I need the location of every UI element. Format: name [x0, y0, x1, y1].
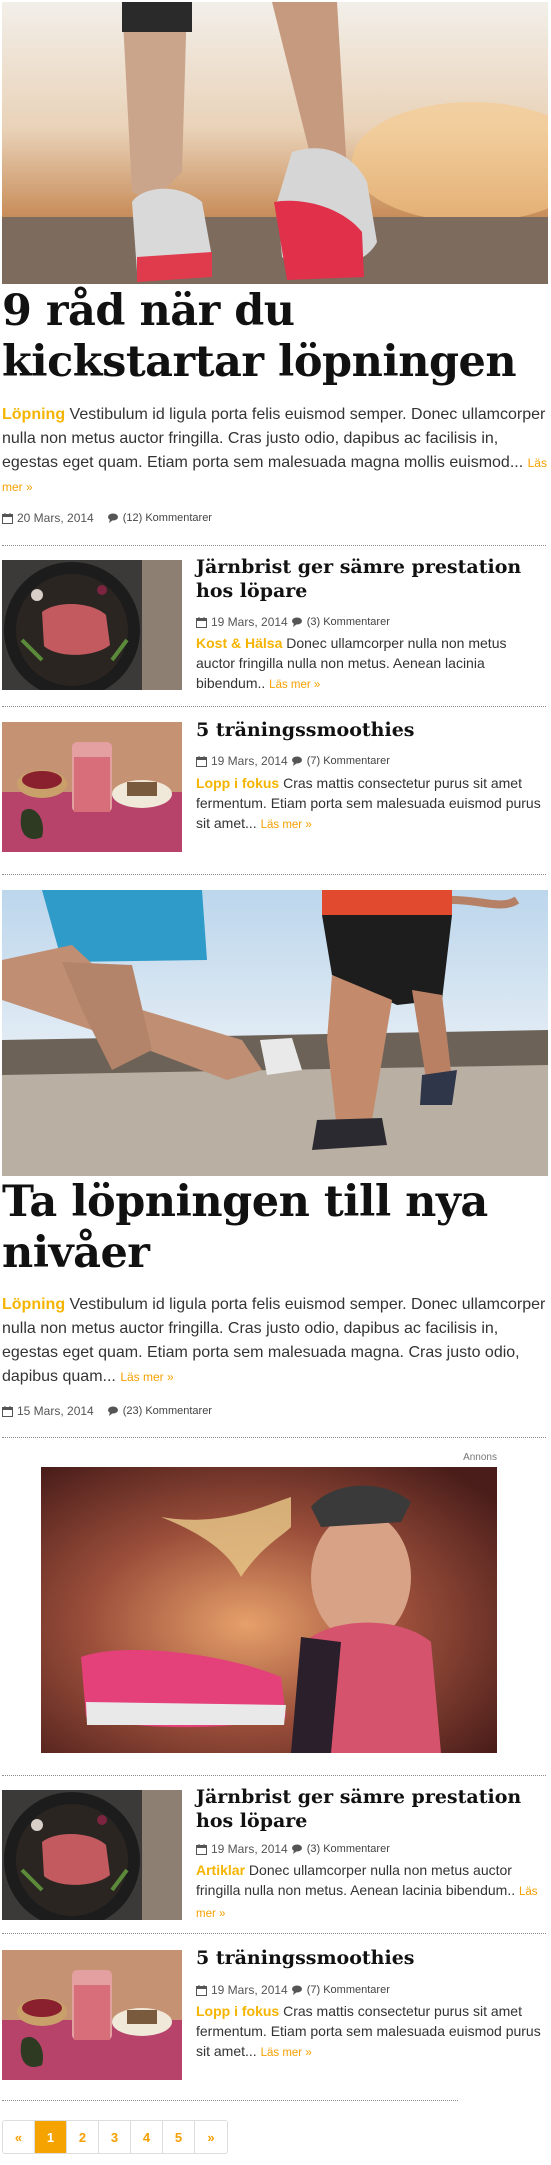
- pagination-page-1[interactable]: 1: [35, 2121, 67, 2153]
- read-more-link[interactable]: Läs mer »: [120, 1370, 173, 1384]
- category-link[interactable]: Artiklar: [196, 1862, 245, 1878]
- pagination-prev[interactable]: «: [3, 2121, 35, 2153]
- pagination-next[interactable]: »: [195, 2121, 227, 2153]
- divider: [2, 1437, 546, 1438]
- comments-icon: [291, 756, 302, 766]
- comments-link[interactable]: (7) Kommentarer: [307, 753, 390, 769]
- comments-link[interactable]: (3) Kommentarer: [307, 1841, 390, 1857]
- comments-link[interactable]: (12) Kommentarer: [123, 510, 212, 526]
- post-excerpt: Kost & Hälsa Donec ullamcorper nulla non…: [196, 633, 548, 695]
- featured-meta: 15 Mars, 2014 (23) Kommentarer: [2, 1403, 212, 1419]
- post-meta: 19 Mars, 2014 (3) Kommentarer: [196, 1841, 546, 1857]
- post-meta: 19 Mars, 2014 (7) Kommentarer: [196, 753, 546, 769]
- featured-excerpt: Löpning Vestibulum id ligula porta felis…: [2, 403, 548, 499]
- divider: [2, 874, 546, 875]
- comments-link[interactable]: (7) Kommentarer: [307, 1982, 390, 1998]
- featured-title[interactable]: 9 råd när du kickstartar löpningen: [2, 286, 548, 388]
- featured-category-link[interactable]: Löpning: [2, 1296, 65, 1313]
- post-thumbnail-steak[interactable]: [2, 1790, 182, 1920]
- post-date: 15 Mars, 2014: [17, 1404, 94, 1418]
- category-link[interactable]: Kost & Hälsa: [196, 635, 282, 651]
- comments-icon: [107, 513, 118, 523]
- ad-label: Annons: [463, 1452, 497, 1463]
- post-date: 20 Mars, 2014: [17, 511, 94, 525]
- pagination-page-3[interactable]: 3: [99, 2121, 131, 2153]
- post-meta: 19 Mars, 2014 (3) Kommentarer: [196, 614, 546, 630]
- divider: [2, 706, 546, 707]
- post-title[interactable]: 5 träningssmoothies: [196, 718, 546, 742]
- post-thumbnail-smoothie[interactable]: [2, 1950, 182, 2080]
- comments-link[interactable]: (3) Kommentarer: [307, 614, 390, 630]
- pagination-page-4[interactable]: 4: [131, 2121, 163, 2153]
- comments-icon: [291, 1844, 302, 1854]
- post-date: 19 Mars, 2014: [211, 1842, 288, 1856]
- divider: [2, 2100, 458, 2101]
- category-link[interactable]: Lopp i fokus: [196, 775, 279, 791]
- post-date: 19 Mars, 2014: [211, 754, 288, 768]
- pagination: « 1 2 3 4 5 »: [2, 2120, 228, 2154]
- featured-image-running-shoes[interactable]: [2, 2, 548, 284]
- read-more-link[interactable]: Läs mer »: [261, 2047, 312, 2059]
- divider: [2, 1775, 546, 1776]
- excerpt-text: Vestibulum id ligula porta felis euismod…: [2, 1296, 546, 1385]
- post-title[interactable]: Järnbrist ger sämre prestation hos löpar…: [196, 1785, 546, 1833]
- divider: [2, 545, 546, 546]
- calendar-icon: [2, 1405, 13, 1417]
- blog-page: 9 råd när du kickstartar löpningen Löpni…: [0, 0, 551, 2165]
- post-title[interactable]: Järnbrist ger sämre prestation hos löpar…: [196, 555, 546, 603]
- comments-link[interactable]: (23) Kommentarer: [123, 1403, 212, 1419]
- pagination-page-5[interactable]: 5: [163, 2121, 195, 2153]
- featured-title[interactable]: Ta löpningen till nya nivåer: [2, 1177, 548, 1279]
- calendar-icon: [196, 616, 207, 628]
- excerpt-text: Vestibulum id ligula porta felis euismod…: [2, 406, 546, 471]
- featured-category-link[interactable]: Löpning: [2, 406, 65, 423]
- post-thumbnail-steak[interactable]: [2, 560, 182, 690]
- calendar-icon: [196, 1984, 207, 1996]
- comments-icon: [291, 1985, 302, 1995]
- calendar-icon: [2, 512, 13, 524]
- divider: [2, 1933, 546, 1934]
- post-title[interactable]: 5 träningssmoothies: [196, 1946, 546, 1970]
- ad-banner-image[interactable]: [41, 1467, 497, 1753]
- post-excerpt: Artiklar Donec ullamcorper nulla non met…: [196, 1860, 548, 1924]
- post-thumbnail-smoothie[interactable]: [2, 722, 182, 852]
- featured-image-runners[interactable]: [2, 890, 548, 1176]
- post-meta: 19 Mars, 2014 (7) Kommentarer: [196, 1982, 546, 1998]
- read-more-link[interactable]: Läs mer »: [269, 679, 320, 691]
- calendar-icon: [196, 755, 207, 767]
- comments-icon: [107, 1406, 118, 1416]
- featured-meta: 20 Mars, 2014 (12) Kommentarer: [2, 510, 212, 526]
- read-more-link[interactable]: Läs mer »: [261, 819, 312, 831]
- featured-excerpt: Löpning Vestibulum id ligula porta felis…: [2, 1293, 548, 1389]
- category-link[interactable]: Lopp i fokus: [196, 2003, 279, 2019]
- pagination-page-2[interactable]: 2: [67, 2121, 99, 2153]
- comments-icon: [291, 617, 302, 627]
- calendar-icon: [196, 1843, 207, 1855]
- post-excerpt: Lopp i fokus Cras mattis consectetur pur…: [196, 773, 548, 835]
- post-date: 19 Mars, 2014: [211, 1983, 288, 1997]
- post-excerpt: Lopp i fokus Cras mattis consectetur pur…: [196, 2001, 548, 2063]
- post-date: 19 Mars, 2014: [211, 615, 288, 629]
